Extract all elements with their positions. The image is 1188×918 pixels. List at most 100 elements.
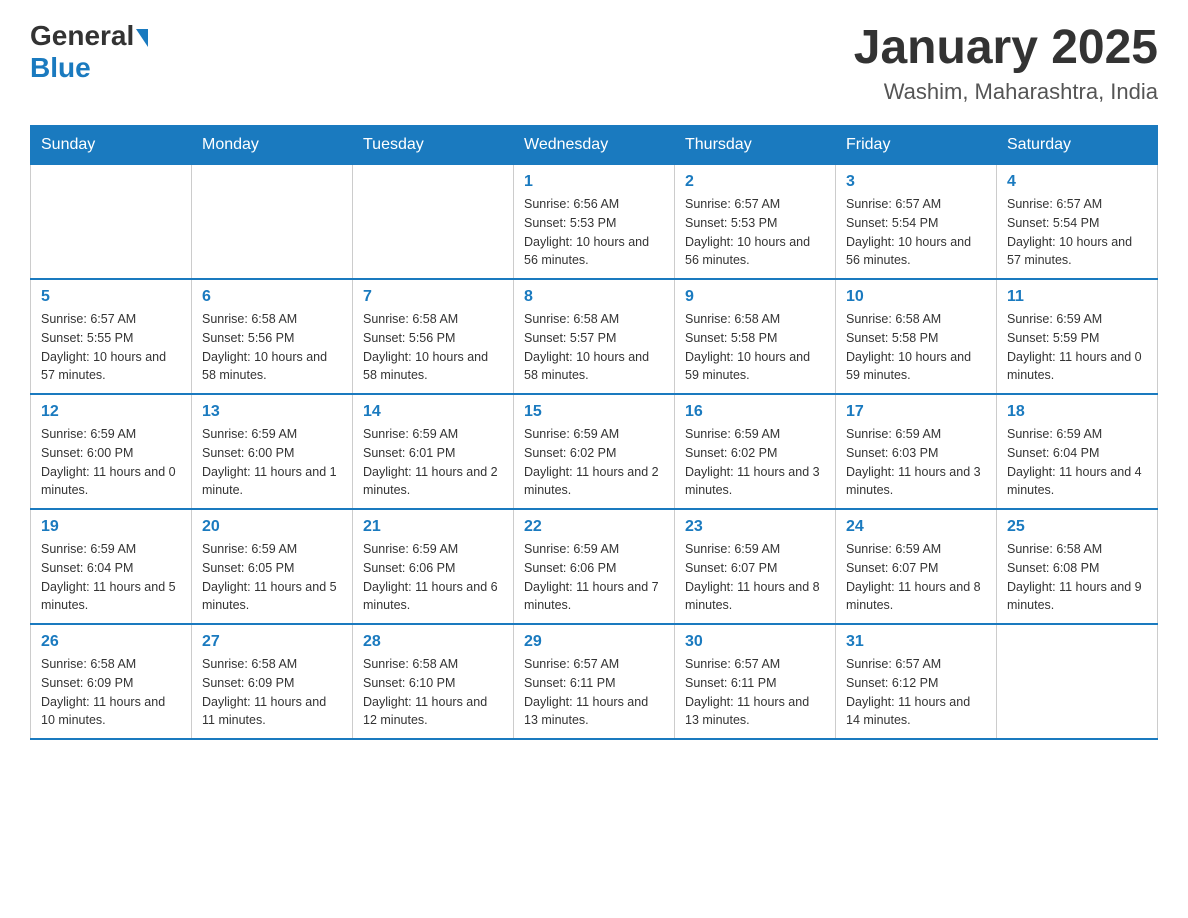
day-info: Sunrise: 6:58 AMSunset: 6:09 PMDaylight:… <box>41 655 181 730</box>
day-number: 3 <box>846 173 986 191</box>
day-number: 14 <box>363 403 503 421</box>
page-header: General Blue January 2025 Washim, Mahara… <box>30 20 1158 105</box>
day-number: 20 <box>202 518 342 536</box>
day-number: 24 <box>846 518 986 536</box>
day-info: Sunrise: 6:58 AMSunset: 5:58 PMDaylight:… <box>685 310 825 385</box>
calendar-cell <box>353 165 514 280</box>
day-number: 5 <box>41 288 181 306</box>
calendar-cell: 3 Sunrise: 6:57 AMSunset: 5:54 PMDaylight… <box>836 165 997 280</box>
calendar-cell: 14 Sunrise: 6:59 AMSunset: 6:01 PMDayligh… <box>353 394 514 509</box>
calendar-table: SundayMondayTuesdayWednesdayThursdayFrid… <box>30 125 1158 740</box>
day-number: 10 <box>846 288 986 306</box>
day-number: 26 <box>41 633 181 651</box>
calendar-cell: 4 Sunrise: 6:57 AMSunset: 5:54 PMDaylight… <box>997 165 1158 280</box>
calendar-cell: 28 Sunrise: 6:58 AMSunset: 6:10 PMDayligh… <box>353 624 514 739</box>
day-info: Sunrise: 6:58 AMSunset: 5:56 PMDaylight:… <box>363 310 503 385</box>
calendar-week-5: 26 Sunrise: 6:58 AMSunset: 6:09 PMDayligh… <box>31 624 1158 739</box>
day-number: 21 <box>363 518 503 536</box>
calendar-cell: 7 Sunrise: 6:58 AMSunset: 5:56 PMDaylight… <box>353 279 514 394</box>
header-cell-sunday: Sunday <box>31 126 192 165</box>
day-info: Sunrise: 6:59 AMSunset: 6:01 PMDaylight:… <box>363 425 503 500</box>
calendar-week-3: 12 Sunrise: 6:59 AMSunset: 6:00 PMDayligh… <box>31 394 1158 509</box>
calendar-cell: 6 Sunrise: 6:58 AMSunset: 5:56 PMDaylight… <box>192 279 353 394</box>
calendar-cell: 22 Sunrise: 6:59 AMSunset: 6:06 PMDayligh… <box>514 509 675 624</box>
day-info: Sunrise: 6:58 AMSunset: 5:56 PMDaylight:… <box>202 310 342 385</box>
header-row: SundayMondayTuesdayWednesdayThursdayFrid… <box>31 126 1158 165</box>
calendar-cell: 25 Sunrise: 6:58 AMSunset: 6:08 PMDayligh… <box>997 509 1158 624</box>
day-info: Sunrise: 6:58 AMSunset: 5:57 PMDaylight:… <box>524 310 664 385</box>
day-number: 9 <box>685 288 825 306</box>
calendar-cell: 20 Sunrise: 6:59 AMSunset: 6:05 PMDayligh… <box>192 509 353 624</box>
header-cell-thursday: Thursday <box>675 126 836 165</box>
logo-blue-text: Blue <box>30 52 148 84</box>
day-info: Sunrise: 6:57 AMSunset: 6:11 PMDaylight:… <box>524 655 664 730</box>
calendar-cell: 15 Sunrise: 6:59 AMSunset: 6:02 PMDayligh… <box>514 394 675 509</box>
calendar-cell: 29 Sunrise: 6:57 AMSunset: 6:11 PMDayligh… <box>514 624 675 739</box>
calendar-cell: 10 Sunrise: 6:58 AMSunset: 5:58 PMDayligh… <box>836 279 997 394</box>
day-number: 7 <box>363 288 503 306</box>
day-info: Sunrise: 6:59 AMSunset: 6:04 PMDaylight:… <box>41 540 181 615</box>
day-info: Sunrise: 6:59 AMSunset: 6:06 PMDaylight:… <box>524 540 664 615</box>
logo-general-text: General <box>30 20 134 52</box>
day-info: Sunrise: 6:58 AMSunset: 5:58 PMDaylight:… <box>846 310 986 385</box>
day-info: Sunrise: 6:59 AMSunset: 6:07 PMDaylight:… <box>685 540 825 615</box>
day-number: 28 <box>363 633 503 651</box>
logo: General Blue <box>30 20 148 84</box>
month-title: January 2025 <box>854 20 1158 75</box>
day-number: 18 <box>1007 403 1147 421</box>
day-info: Sunrise: 6:57 AMSunset: 5:53 PMDaylight:… <box>685 195 825 270</box>
calendar-cell: 12Sunrise: 6:59 AMSunset: 6:00 PMDayligh… <box>31 394 192 509</box>
day-number: 12 <box>41 403 181 421</box>
calendar-header: SundayMondayTuesdayWednesdayThursdayFrid… <box>31 126 1158 165</box>
calendar-week-2: 5 Sunrise: 6:57 AMSunset: 5:55 PMDaylight… <box>31 279 1158 394</box>
day-number: 29 <box>524 633 664 651</box>
calendar-cell: 19 Sunrise: 6:59 AMSunset: 6:04 PMDayligh… <box>31 509 192 624</box>
day-info: Sunrise: 6:56 AMSunset: 5:53 PMDaylight:… <box>524 195 664 270</box>
day-info: Sunrise: 6:59 AMSunset: 6:06 PMDaylight:… <box>363 540 503 615</box>
day-number: 11 <box>1007 288 1147 306</box>
day-info: Sunrise: 6:59 AMSunset: 6:00 PMDaylight:… <box>202 425 342 500</box>
header-cell-monday: Monday <box>192 126 353 165</box>
logo-triangle-icon <box>136 29 148 47</box>
calendar-cell: 11Sunrise: 6:59 AMSunset: 5:59 PMDayligh… <box>997 279 1158 394</box>
day-info: Sunrise: 6:59 AMSunset: 6:05 PMDaylight:… <box>202 540 342 615</box>
calendar-cell: 5 Sunrise: 6:57 AMSunset: 5:55 PMDaylight… <box>31 279 192 394</box>
day-number: 23 <box>685 518 825 536</box>
day-number: 8 <box>524 288 664 306</box>
day-number: 6 <box>202 288 342 306</box>
day-info: Sunrise: 6:58 AMSunset: 6:10 PMDaylight:… <box>363 655 503 730</box>
calendar-cell: 30 Sunrise: 6:57 AMSunset: 6:11 PMDayligh… <box>675 624 836 739</box>
location-text: Washim, Maharashtra, India <box>854 79 1158 105</box>
day-info: Sunrise: 6:59 AMSunset: 6:02 PMDaylight:… <box>524 425 664 500</box>
day-number: 1 <box>524 173 664 191</box>
calendar-cell: 21 Sunrise: 6:59 AMSunset: 6:06 PMDayligh… <box>353 509 514 624</box>
calendar-cell: 18Sunrise: 6:59 AMSunset: 6:04 PMDayligh… <box>997 394 1158 509</box>
day-number: 30 <box>685 633 825 651</box>
day-number: 2 <box>685 173 825 191</box>
day-number: 4 <box>1007 173 1147 191</box>
calendar-cell <box>997 624 1158 739</box>
day-info: Sunrise: 6:57 AMSunset: 5:55 PMDaylight:… <box>41 310 181 385</box>
title-section: January 2025 Washim, Maharashtra, India <box>854 20 1158 105</box>
calendar-cell: 17Sunrise: 6:59 AMSunset: 6:03 PMDayligh… <box>836 394 997 509</box>
day-info: Sunrise: 6:57 AMSunset: 5:54 PMDaylight:… <box>846 195 986 270</box>
day-info: Sunrise: 6:59 AMSunset: 6:03 PMDaylight:… <box>846 425 986 500</box>
day-info: Sunrise: 6:57 AMSunset: 5:54 PMDaylight:… <box>1007 195 1147 270</box>
day-info: Sunrise: 6:58 AMSunset: 6:08 PMDaylight:… <box>1007 540 1147 615</box>
day-number: 15 <box>524 403 664 421</box>
day-number: 22 <box>524 518 664 536</box>
calendar-cell: 13Sunrise: 6:59 AMSunset: 6:00 PMDayligh… <box>192 394 353 509</box>
day-number: 27 <box>202 633 342 651</box>
calendar-cell: 27 Sunrise: 6:58 AMSunset: 6:09 PMDayligh… <box>192 624 353 739</box>
calendar-cell: 31 Sunrise: 6:57 AMSunset: 6:12 PMDayligh… <box>836 624 997 739</box>
day-number: 25 <box>1007 518 1147 536</box>
day-info: Sunrise: 6:58 AMSunset: 6:09 PMDaylight:… <box>202 655 342 730</box>
header-cell-wednesday: Wednesday <box>514 126 675 165</box>
calendar-cell: 23 Sunrise: 6:59 AMSunset: 6:07 PMDayligh… <box>675 509 836 624</box>
calendar-body: 1 Sunrise: 6:56 AMSunset: 5:53 PMDaylight… <box>31 165 1158 740</box>
day-info: Sunrise: 6:57 AMSunset: 6:11 PMDaylight:… <box>685 655 825 730</box>
day-number: 19 <box>41 518 181 536</box>
day-info: Sunrise: 6:57 AMSunset: 6:12 PMDaylight:… <box>846 655 986 730</box>
day-number: 31 <box>846 633 986 651</box>
calendar-cell: 8 Sunrise: 6:58 AMSunset: 5:57 PMDaylight… <box>514 279 675 394</box>
